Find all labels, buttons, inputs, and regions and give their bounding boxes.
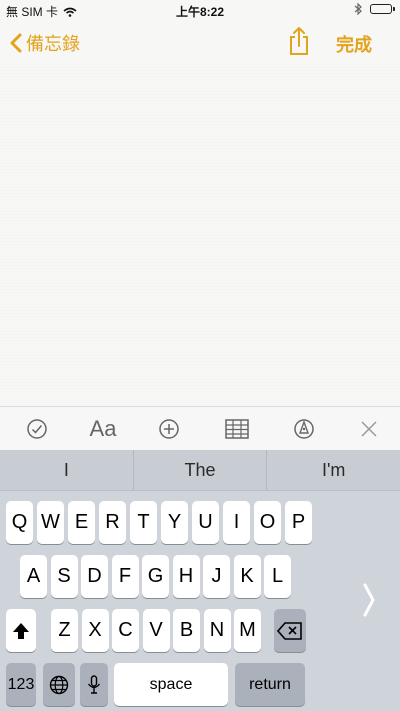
return-key[interactable]: return [235, 663, 305, 706]
table-button[interactable] [224, 415, 250, 443]
key-w[interactable]: W [37, 501, 64, 544]
battery-icon [370, 4, 395, 14]
next-button[interactable] [362, 582, 376, 623]
globe-key[interactable] [43, 663, 75, 706]
pen-circle-icon [294, 419, 314, 439]
format-button[interactable]: Aa [86, 415, 120, 443]
chevron-left-icon [10, 33, 22, 53]
close-toolbar-button[interactable] [358, 415, 380, 443]
key-i[interactable]: I [223, 501, 250, 544]
backspace-icon [277, 621, 302, 640]
share-button[interactable] [288, 26, 310, 61]
key-q[interactable]: Q [6, 501, 33, 544]
key-c[interactable]: C [112, 609, 139, 652]
note-editor[interactable] [0, 64, 400, 406]
plus-circle-icon [159, 419, 179, 439]
key-m[interactable]: M [234, 609, 261, 652]
key-p[interactable]: P [285, 501, 312, 544]
key-y[interactable]: Y [161, 501, 188, 544]
key-o[interactable]: O [254, 501, 281, 544]
microphone-icon [87, 674, 101, 694]
navigation-bar: 備忘錄 完成 [0, 20, 400, 64]
key-t[interactable]: T [130, 501, 157, 544]
suggestion-bar: I The I'm [0, 450, 400, 491]
bluetooth-icon [354, 3, 362, 15]
format-toolbar: Aa [0, 406, 400, 451]
checklist-button[interactable] [25, 415, 49, 443]
key-k[interactable]: K [233, 555, 261, 598]
space-key[interactable]: space [114, 663, 228, 706]
delete-key[interactable] [274, 609, 306, 652]
suggestion-item[interactable]: I [0, 450, 133, 490]
key-s[interactable]: S [50, 555, 78, 598]
suggestion-item[interactable]: I'm [266, 450, 400, 490]
key-a[interactable]: A [20, 555, 47, 598]
table-icon [225, 419, 249, 439]
share-icon [290, 27, 308, 55]
globe-icon [49, 675, 69, 694]
chevron-right-icon [363, 583, 375, 617]
dictation-key[interactable] [80, 663, 108, 706]
numbers-key[interactable]: 123 [6, 663, 36, 706]
key-f[interactable]: F [111, 555, 139, 598]
shift-arrow-icon [13, 622, 29, 639]
status-right [354, 3, 395, 15]
close-icon [361, 421, 377, 437]
check-circle-icon [27, 419, 47, 439]
back-button[interactable]: 備忘錄 [10, 30, 80, 56]
key-g[interactable]: G [142, 555, 169, 598]
key-j[interactable]: J [203, 555, 230, 598]
markup-button[interactable] [292, 415, 316, 443]
done-button[interactable]: 完成 [336, 31, 372, 57]
key-r[interactable]: R [99, 501, 126, 544]
key-u[interactable]: U [192, 501, 219, 544]
suggestion-item[interactable]: The [132, 450, 267, 490]
key-x[interactable]: X [81, 609, 109, 652]
key-z[interactable]: Z [51, 609, 78, 652]
shift-key[interactable] [6, 609, 36, 652]
status-time: 上午8:22 [175, 5, 225, 19]
key-l[interactable]: L [264, 555, 291, 598]
add-button[interactable] [157, 415, 181, 443]
key-b[interactable]: B [173, 609, 200, 652]
key-h[interactable]: H [172, 555, 200, 598]
key-n[interactable]: N [203, 609, 231, 652]
key-v[interactable]: V [142, 609, 170, 652]
key-e[interactable]: E [68, 501, 95, 544]
back-label: 備忘錄 [26, 34, 80, 54]
status-bar: 無 SIM 卡 上午8:22 [0, 0, 400, 20]
key-d[interactable]: D [81, 555, 108, 598]
